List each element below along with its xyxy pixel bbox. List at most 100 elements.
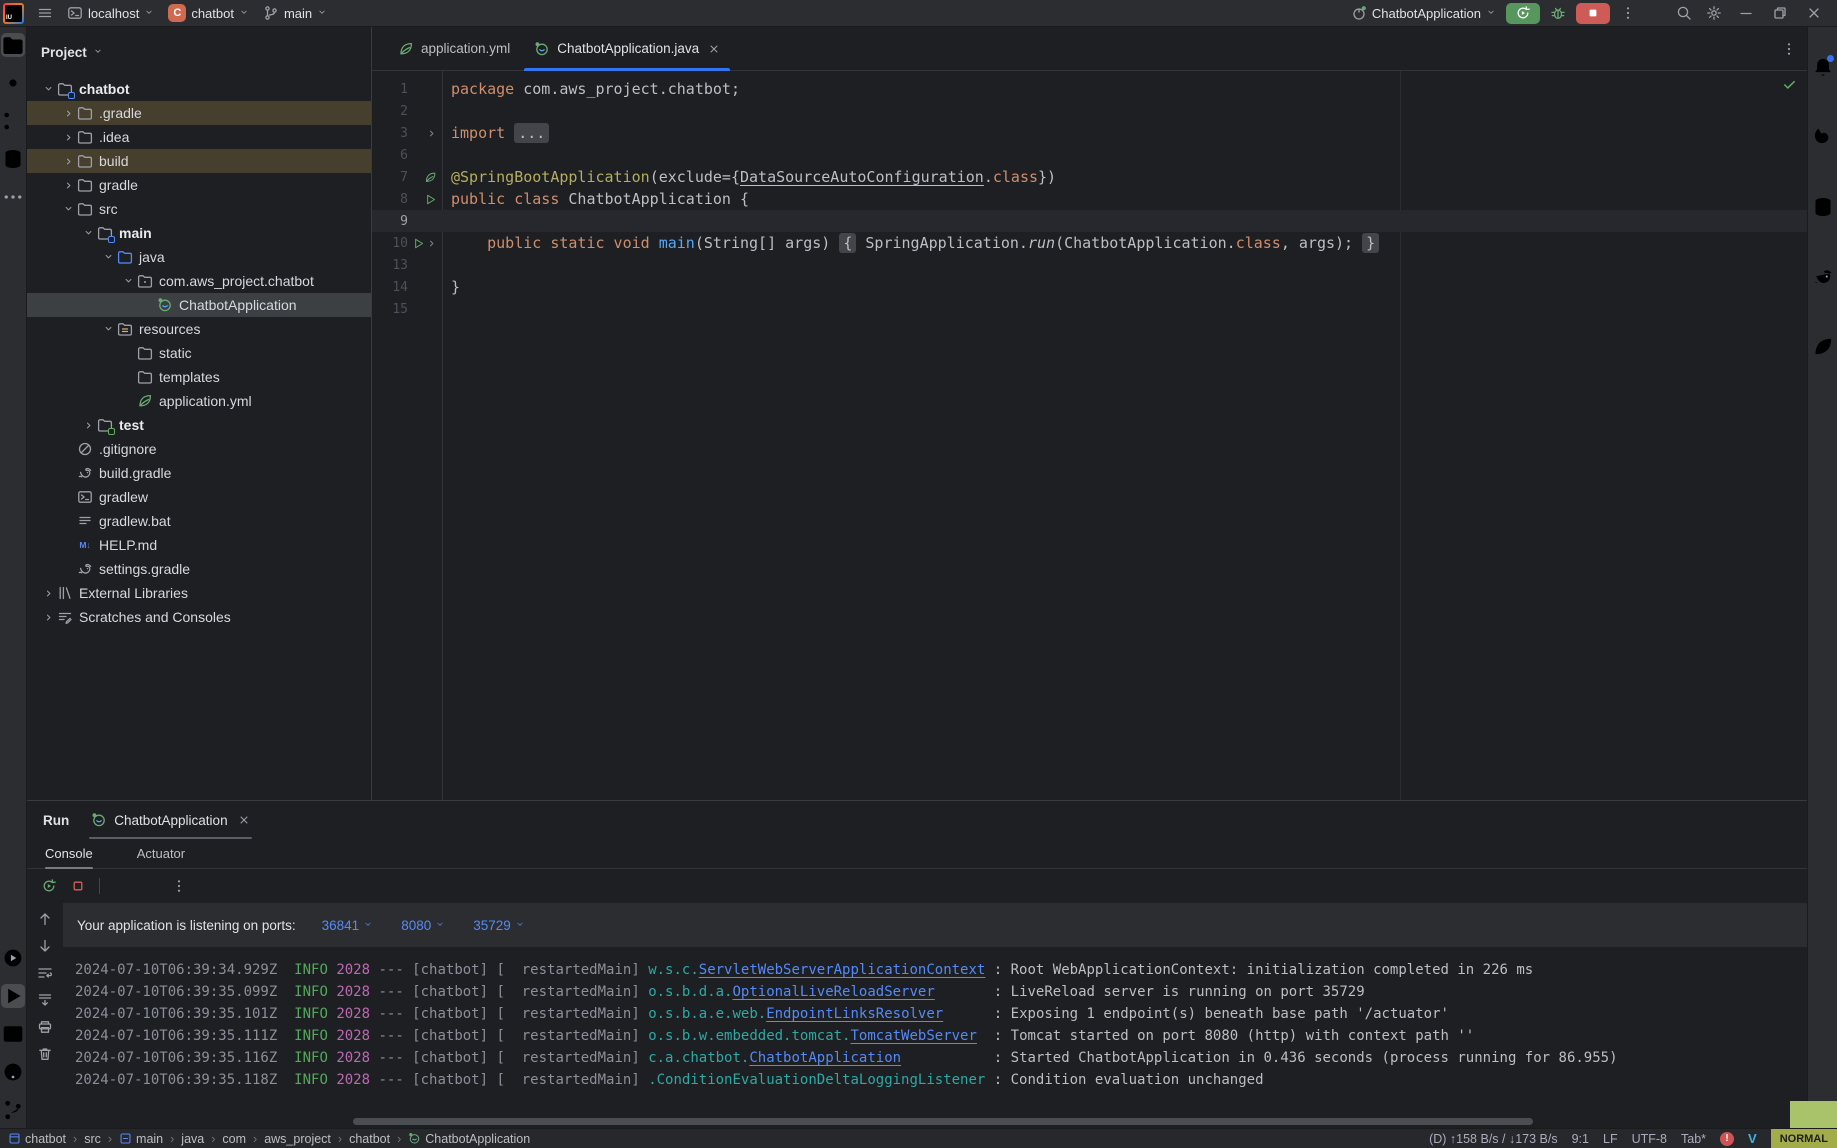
- stripe-button-structure-icon[interactable]: [1, 109, 25, 133]
- editor-tab-chatbotapplication-java[interactable]: ChatbotApplication.java: [522, 27, 732, 70]
- tree-item-test[interactable]: test: [27, 413, 371, 437]
- chevron-right-icon[interactable]: [59, 156, 77, 167]
- error-notification-badge[interactable]: !: [1720, 1132, 1734, 1146]
- breadcrumb-item-com[interactable]: com: [222, 1132, 246, 1146]
- tree-item-external-libraries[interactable]: External Libraries: [27, 581, 371, 605]
- encoding-widget[interactable]: UTF-8: [1632, 1132, 1667, 1146]
- breadcrumb-item-main[interactable]: main: [119, 1132, 163, 1146]
- log-logger-link[interactable]: ServletWebServerApplicationContext: [699, 962, 986, 978]
- horizontal-scrollbar[interactable]: [63, 1116, 1807, 1128]
- chevron-down-icon[interactable]: [119, 276, 137, 287]
- close-tab-icon[interactable]: [238, 814, 250, 826]
- stripe-button-run-icon[interactable]: [1, 984, 25, 1008]
- stripe-button-notifications-bell-icon[interactable]: [1811, 55, 1835, 79]
- project-widget[interactable]: C chatbot: [161, 0, 256, 27]
- port-link-8080[interactable]: 8080: [401, 918, 445, 933]
- network-speed-widget[interactable]: (D) ↑158 B/s / ↓173 B/s: [1429, 1132, 1558, 1146]
- tree-item-scratches-and-consoles[interactable]: Scratches and Consoles: [27, 605, 371, 629]
- stripe-button-database-icon[interactable]: [1811, 195, 1835, 219]
- stripe-button-gradle-icon[interactable]: [1811, 265, 1835, 289]
- ideavim-icon[interactable]: V: [1748, 1131, 1757, 1146]
- history-icon[interactable]: [142, 878, 158, 894]
- branch-widget[interactable]: main: [256, 0, 334, 27]
- tree-item-com-aws-project-chatbot[interactable]: com.aws_project.chatbot: [27, 269, 371, 293]
- search-everywhere-button[interactable]: [1669, 0, 1699, 27]
- stop-button[interactable]: [70, 878, 86, 894]
- more-options-button[interactable]: [171, 878, 187, 894]
- run-gutter-icon[interactable]: [424, 193, 437, 206]
- tree-item-java[interactable]: java: [27, 245, 371, 269]
- tree-item-build-gradle[interactable]: build.gradle: [27, 461, 371, 485]
- rerun-button[interactable]: [41, 878, 57, 894]
- breadcrumb-item-aws-project[interactable]: aws_project: [264, 1132, 331, 1146]
- tree-item-main[interactable]: main: [27, 221, 371, 245]
- stripe-button-problems-icon[interactable]: [1, 1060, 25, 1084]
- run-config-widget[interactable]: ChatbotApplication: [1344, 0, 1503, 27]
- stripe-button-more-icon[interactable]: [1, 185, 25, 209]
- tree-item--gitignore[interactable]: .gitignore: [27, 437, 371, 461]
- breadcrumb-item-chatbot[interactable]: chatbot: [349, 1132, 390, 1146]
- vim-mode-badge[interactable]: NORMAL: [1771, 1129, 1837, 1148]
- chevron-down-icon[interactable]: [99, 324, 117, 335]
- stripe-button-commit-icon[interactable]: [1, 71, 25, 95]
- chevron-down-icon[interactable]: [39, 84, 57, 95]
- stripe-button-dependencies-icon[interactable]: [1, 147, 25, 171]
- log-logger-link[interactable]: EndpointLinksResolver: [766, 1006, 943, 1022]
- tree-item-resources[interactable]: resources: [27, 317, 371, 341]
- stripe-button-services-icon[interactable]: [1, 946, 25, 970]
- chevron-right-icon[interactable]: [39, 612, 57, 623]
- breadcrumb-item-src[interactable]: src: [84, 1132, 101, 1146]
- main-menu-button[interactable]: [30, 0, 60, 27]
- run-subtab-actuator[interactable]: Actuator: [117, 839, 185, 868]
- tree-item-chatbot[interactable]: chatbot: [27, 77, 371, 101]
- rerun-button[interactable]: [1506, 3, 1540, 24]
- host-widget[interactable]: localhost: [60, 0, 161, 27]
- scrollbar-thumb[interactable]: [353, 1118, 1533, 1125]
- log-logger-link[interactable]: ChatbotApplication: [749, 1050, 901, 1066]
- spring-bean-gutter-icon[interactable]: [424, 171, 437, 184]
- fold-arrow-icon[interactable]: [426, 238, 437, 249]
- line-ending-widget[interactable]: LF: [1603, 1132, 1618, 1146]
- tree-item--gradle[interactable]: .gradle: [27, 101, 371, 125]
- attach-debugger-icon[interactable]: [113, 878, 129, 894]
- tab-options-button[interactable]: [1781, 27, 1797, 70]
- tree-item-templates[interactable]: templates: [27, 365, 371, 389]
- clear-all-icon[interactable]: [37, 1046, 53, 1062]
- port-link-35729[interactable]: 35729: [473, 918, 525, 933]
- scroll-to-end-icon[interactable]: [37, 992, 53, 1008]
- log-logger-link[interactable]: TomcatWebServer: [850, 1028, 976, 1044]
- tree-item-gradle[interactable]: gradle: [27, 173, 371, 197]
- indent-widget[interactable]: Tab*: [1681, 1132, 1706, 1146]
- fold-arrow-icon[interactable]: [426, 128, 437, 139]
- maximize-button[interactable]: [1763, 0, 1797, 27]
- tree-item--idea[interactable]: .idea: [27, 125, 371, 149]
- editor-tab-application-yml[interactable]: application.yml: [386, 27, 522, 70]
- soft-wrap-icon[interactable]: [37, 965, 53, 981]
- tree-item-chatbotapplication[interactable]: ChatbotApplication: [27, 293, 371, 317]
- chevron-right-icon[interactable]: [59, 180, 77, 191]
- chevron-down-icon[interactable]: [99, 252, 117, 263]
- stripe-button-spring-endpoints-icon[interactable]: [1811, 335, 1835, 359]
- tree-item-gradlew[interactable]: gradlew: [27, 485, 371, 509]
- run-subtab-console[interactable]: Console: [45, 839, 93, 868]
- more-actions-button[interactable]: [1613, 0, 1643, 27]
- debug-button[interactable]: [1543, 0, 1573, 27]
- stripe-button-terminal-icon[interactable]: [1, 1022, 25, 1046]
- console-output[interactable]: 2024-07-10T06:39:34.929Z INFO 2028 --- […: [63, 947, 1807, 1116]
- chevron-right-icon[interactable]: [79, 420, 97, 431]
- code-editor[interactable]: 1package com.aws_project.chatbot;23impor…: [372, 71, 1807, 800]
- run-tab-chatbotapplication[interactable]: ChatbotApplication: [89, 801, 251, 839]
- log-logger-link[interactable]: OptionalLiveReloadServer: [732, 984, 934, 1000]
- stop-button[interactable]: [1576, 3, 1610, 24]
- tree-item-application-yml[interactable]: application.yml: [27, 389, 371, 413]
- tree-item-src[interactable]: src: [27, 197, 371, 221]
- port-link-36841[interactable]: 36841: [322, 918, 374, 933]
- tree-item-gradlew-bat[interactable]: gradlew.bat: [27, 509, 371, 533]
- minimize-button[interactable]: [1729, 0, 1763, 27]
- tree-item-settings-gradle[interactable]: settings.gradle: [27, 557, 371, 581]
- stripe-button-ai-assistant-icon[interactable]: [1811, 125, 1835, 149]
- close-button[interactable]: [1797, 0, 1831, 27]
- vim-mode-block[interactable]: [1790, 1101, 1837, 1128]
- tree-item-help-md[interactable]: M↓HELP.md: [27, 533, 371, 557]
- chevron-right-icon[interactable]: [59, 132, 77, 143]
